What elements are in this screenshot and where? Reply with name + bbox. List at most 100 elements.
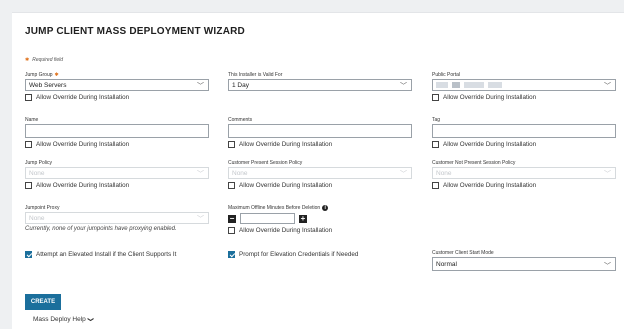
- public-portal-field: Public Portal ﹀ Allow Override During In…: [432, 71, 616, 102]
- jump-group-label-text: Jump Group: [25, 72, 53, 78]
- max-offline-field: Maximum Offline Minutes Before Deletion i…: [228, 204, 412, 235]
- comments-override[interactable]: Allow Override During Installation: [228, 140, 412, 149]
- checkbox[interactable]: [25, 94, 32, 101]
- checkbox[interactable]: [228, 227, 235, 234]
- override-label: Allow Override During Installation: [36, 141, 130, 148]
- redacted-block: [452, 82, 460, 89]
- create-button[interactable]: CREATE: [25, 294, 61, 310]
- max-offline-stepper: − +: [228, 213, 412, 224]
- jumpoint-proxy-field: Jumpoint Proxy None ﹀ Currently, none of …: [25, 204, 225, 232]
- public-portal-override[interactable]: Allow Override During Installation: [432, 93, 616, 102]
- name-field: Name Allow Override During Installation: [25, 116, 209, 149]
- max-offline-override[interactable]: Allow Override During Installation: [228, 226, 412, 235]
- checkbox[interactable]: [432, 94, 439, 101]
- comments-input[interactable]: [228, 124, 412, 138]
- redacted-block: [436, 82, 448, 89]
- name-label: Name: [25, 117, 39, 123]
- info-icon[interactable]: i: [322, 204, 329, 211]
- required-note-text: Required field: [32, 57, 64, 63]
- checkbox[interactable]: [25, 141, 32, 148]
- jump-group-value: Web Servers: [29, 82, 67, 89]
- name-override[interactable]: Allow Override During Installation: [25, 140, 209, 149]
- valid-for-value: 1 Day: [232, 82, 249, 89]
- prompt-elevation-label: Prompt for Elevation Credentials if Need…: [239, 251, 359, 258]
- present-policy-value: None: [232, 170, 248, 177]
- checkbox[interactable]: [25, 182, 32, 189]
- start-mode-field: Customer Client Start Mode Normal ﹀: [432, 249, 616, 271]
- jumpoint-proxy-label: Jumpoint Proxy: [25, 205, 60, 211]
- public-portal-select[interactable]: ﹀: [432, 79, 616, 91]
- not-present-policy-field: Customer Not Present Session Policy None…: [432, 159, 616, 190]
- override-label: Allow Override During Installation: [36, 94, 130, 101]
- start-mode-select[interactable]: Normal ﹀: [432, 257, 616, 271]
- jumpoint-proxy-note: Currently, none of your jumpoints have p…: [25, 226, 177, 232]
- jump-policy-override[interactable]: Allow Override During Installation: [25, 181, 209, 190]
- jump-group-label: Jump Group ✱: [25, 71, 209, 79]
- tag-input[interactable]: [432, 124, 616, 138]
- jump-policy-label: Jump Policy: [25, 160, 52, 166]
- checkbox[interactable]: [432, 182, 439, 189]
- override-label: Allow Override During Installation: [239, 227, 333, 234]
- checkbox[interactable]: [432, 141, 439, 148]
- tag-label: Tag: [432, 117, 441, 123]
- not-present-policy-label: Customer Not Present Session Policy: [432, 160, 516, 166]
- name-input[interactable]: [25, 124, 209, 138]
- tag-field: Tag Allow Override During Installation: [432, 116, 616, 149]
- max-offline-input[interactable]: [240, 213, 295, 224]
- wizard-panel: JUMP CLIENT MASS DEPLOYMENT WIZARD ✱ Requ…: [12, 12, 624, 329]
- present-policy-label: Customer Present Session Policy: [228, 160, 303, 166]
- chevron-down-icon: ﹀: [604, 83, 611, 90]
- chevron-down-icon: ﹀: [400, 171, 407, 178]
- start-mode-value: Normal: [436, 261, 457, 268]
- override-label: Allow Override During Installation: [36, 182, 130, 189]
- override-label: Allow Override During Installation: [443, 94, 537, 101]
- valid-for-field: This Installer is Valid For 1 Day ﹀: [228, 71, 412, 91]
- chevron-down-icon: ﹀: [604, 171, 611, 178]
- tag-override[interactable]: Allow Override During Installation: [432, 140, 616, 149]
- override-label: Allow Override During Installation: [443, 182, 537, 189]
- decrement-button[interactable]: −: [228, 214, 236, 223]
- jump-group-override[interactable]: Allow Override During Installation: [25, 93, 209, 102]
- jump-group-select[interactable]: Web Servers ﹀: [25, 79, 209, 91]
- valid-for-label: This Installer is Valid For: [228, 72, 283, 78]
- jump-policy-field: Jump Policy None ﹀ Allow Override During …: [25, 159, 209, 190]
- elevated-install-checkbox[interactable]: Attempt an Elevated Install if the Clien…: [25, 250, 176, 259]
- increment-button[interactable]: +: [299, 214, 307, 223]
- help-label: Mass Deploy Help: [33, 316, 86, 323]
- comments-label: Comments: [228, 117, 253, 123]
- required-star-icon: ✱: [25, 57, 30, 63]
- required-note: ✱ Required field: [25, 57, 63, 63]
- prompt-elevation-checkbox[interactable]: Prompt for Elevation Credentials if Need…: [228, 250, 358, 259]
- override-label: Allow Override During Installation: [239, 141, 333, 148]
- chevron-down-icon: ﹀: [197, 216, 204, 223]
- start-mode-label: Customer Client Start Mode: [432, 250, 494, 256]
- redacted-block: [464, 82, 484, 89]
- jump-policy-value: None: [29, 170, 45, 177]
- checkbox[interactable]: [25, 251, 32, 258]
- present-policy-select[interactable]: None ﹀: [228, 167, 412, 179]
- jump-policy-select[interactable]: None ﹀: [25, 167, 209, 179]
- jumpoint-proxy-select[interactable]: None ﹀: [25, 212, 209, 224]
- mass-deploy-help-toggle[interactable]: Mass Deploy Help ❯: [33, 316, 93, 323]
- present-policy-override[interactable]: Allow Override During Installation: [228, 181, 412, 190]
- chevron-down-icon: ﹀: [604, 263, 611, 270]
- chevron-down-icon: ﹀: [197, 83, 204, 90]
- chevron-down-icon: ﹀: [197, 171, 204, 178]
- jump-group-field: Jump Group ✱ Web Servers ﹀ Allow Override …: [25, 71, 209, 102]
- chevron-down-icon: ❯: [86, 316, 93, 323]
- valid-for-select[interactable]: 1 Day ﹀: [228, 79, 412, 91]
- not-present-policy-value: None: [436, 170, 452, 177]
- jumpoint-proxy-value: None: [29, 215, 45, 222]
- override-label: Allow Override During Installation: [443, 141, 537, 148]
- not-present-policy-select[interactable]: None ﹀: [432, 167, 616, 179]
- elevated-install-label: Attempt an Elevated Install if the Clien…: [36, 251, 177, 258]
- present-policy-field: Customer Present Session Policy None ﹀ Al…: [228, 159, 412, 190]
- checkbox[interactable]: [228, 141, 235, 148]
- required-star-icon: ✱: [54, 72, 59, 78]
- not-present-policy-override[interactable]: Allow Override During Installation: [432, 181, 616, 190]
- checkbox[interactable]: [228, 182, 235, 189]
- checkbox[interactable]: [228, 251, 235, 258]
- page-title: JUMP CLIENT MASS DEPLOYMENT WIZARD: [25, 26, 245, 37]
- redacted-block: [488, 82, 502, 89]
- max-offline-label: Maximum Offline Minutes Before Deletion i: [228, 204, 412, 212]
